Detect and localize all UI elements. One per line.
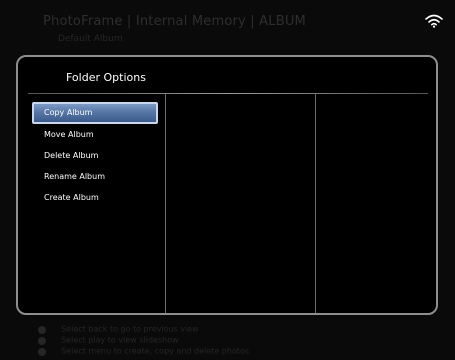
photoframe-screen: PhotoFrame | Internal Memory | ALBUM Def… (0, 0, 455, 360)
album-name: Default Album (58, 34, 123, 44)
hint-row: Select play to view slideshow (38, 335, 249, 345)
back-button-icon (38, 325, 46, 334)
hint-text: Select play to view slideshow (61, 335, 179, 345)
folder-options-dialog: Folder Options Copy Album Move Album Del… (16, 55, 438, 315)
hint-row: Select menu to create, copy and delete p… (38, 346, 249, 356)
column-divider (315, 94, 316, 313)
hint-text: Select back to go to previous view (61, 324, 199, 334)
menu-item-rename-album[interactable]: Rename Album (32, 166, 158, 187)
hint-text: Select menu to create, copy and delete p… (61, 346, 249, 356)
folder-options-menu: Copy Album Move Album Delete Album Renam… (32, 102, 158, 208)
button-hints: Select back to go to previous view Selec… (38, 324, 249, 357)
menu-button-icon (38, 347, 46, 356)
breadcrumb: PhotoFrame | Internal Memory | ALBUM (43, 14, 306, 29)
menu-item-copy-album[interactable]: Copy Album (32, 102, 158, 124)
dialog-title: Folder Options (66, 71, 146, 84)
column-divider (165, 94, 166, 313)
menu-item-move-album[interactable]: Move Album (32, 124, 158, 145)
play-button-icon (38, 336, 46, 345)
menu-item-create-album[interactable]: Create Album (32, 187, 158, 208)
title-divider (28, 93, 428, 94)
wifi-icon (425, 14, 443, 28)
hint-row: Select back to go to previous view (38, 324, 249, 334)
menu-item-delete-album[interactable]: Delete Album (32, 145, 158, 166)
